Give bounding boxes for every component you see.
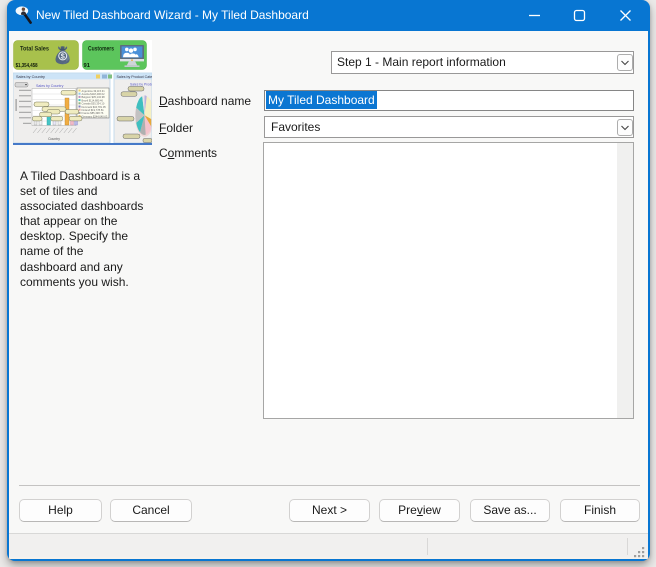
svg-text:Sales by Country: Sales by Country	[16, 75, 45, 79]
svg-text:Country: Country	[48, 137, 60, 141]
svg-text:Sales by Product Category: Sales by Product Category	[117, 75, 153, 79]
svg-text:$1,354,458: $1,354,458	[16, 63, 39, 69]
svg-text:Total Sales: Total Sales	[20, 45, 49, 52]
svg-text:Sales by Country: Sales by Country	[36, 84, 64, 88]
svg-text:Customers: Customers	[88, 46, 114, 53]
svg-text:Sales by Product: Sales by Product	[130, 82, 152, 86]
svg-text:Germany $244,640.63: Germany $244,640.63	[82, 114, 108, 118]
svg-text:91: 91	[84, 63, 91, 69]
